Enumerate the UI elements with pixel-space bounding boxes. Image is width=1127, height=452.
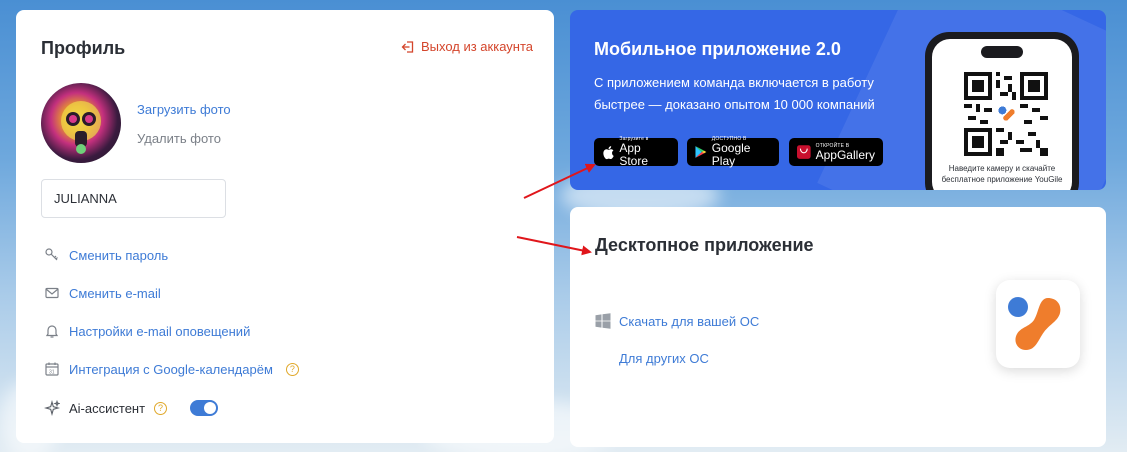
- google-calendar-integration-link[interactable]: 31 Интеграция с Google-календарём ?: [44, 361, 299, 377]
- app-store-button[interactable]: Загрузите в App Store: [594, 136, 678, 168]
- help-icon[interactable]: ?: [285, 362, 299, 376]
- profile-title: Профиль: [41, 38, 126, 58]
- qr-caption: Наведите камеру и скачайте бесплатное пр…: [941, 164, 1063, 184]
- change-email-label: Сменить e-mail: [69, 285, 161, 301]
- sparkle-icon: [44, 400, 60, 416]
- ai-assistant-toggle[interactable]: [190, 400, 219, 416]
- key-icon: [45, 248, 58, 261]
- delete-photo-link[interactable]: Удалить фото: [137, 131, 221, 146]
- ai-assistant-row: Ai-ассистент ?: [44, 400, 219, 416]
- desktop-app-title: Десктопное приложение: [595, 235, 814, 255]
- svg-text:31: 31: [49, 370, 55, 376]
- profile-card: Профиль Выход из аккаунта Загрузить фото…: [16, 10, 554, 443]
- windows-icon: [595, 313, 611, 329]
- email-notifications-link[interactable]: Настройки e-mail оповещений: [44, 323, 250, 339]
- mobile-app-title: Мобильное приложение 2.0: [594, 39, 841, 59]
- qr-code: [964, 72, 1048, 156]
- help-icon[interactable]: ?: [154, 401, 168, 415]
- change-password-link[interactable]: Сменить пароль: [44, 247, 168, 263]
- name-input[interactable]: [41, 179, 226, 218]
- change-email-link[interactable]: Сменить e-mail: [44, 285, 161, 301]
- email-notifications-label: Настройки e-mail оповещений: [69, 323, 251, 339]
- yougile-logo-icon: [1008, 297, 1061, 350]
- logout-button[interactable]: Выход из аккаунта: [401, 39, 533, 54]
- yougile-logo: [996, 280, 1080, 368]
- app-gallery-big: AppGallery: [815, 147, 875, 162]
- apple-icon: [603, 145, 614, 159]
- avatar-image: [61, 101, 101, 154]
- upload-photo-link[interactable]: Загрузить фото: [137, 102, 231, 117]
- phone-mockup: Наведите камеру и скачайте бесплатное пр…: [925, 32, 1079, 190]
- change-password-label: Сменить пароль: [69, 247, 169, 263]
- app-gallery-button[interactable]: ОТКРОЙТЕ В AppGallery: [789, 138, 883, 166]
- desktop-app-card: Десктопное приложение Скачать для вашей …: [570, 207, 1106, 447]
- mobile-app-card: Мобильное приложение 2.0 С приложением к…: [570, 10, 1106, 190]
- google-play-big: Google Play: [711, 141, 751, 168]
- logout-icon: [401, 40, 414, 53]
- google-play-icon: [695, 146, 707, 158]
- phone-notch: [981, 46, 1023, 58]
- logout-label: Выход из аккаунта: [420, 39, 533, 54]
- ai-assistant-label: Ai-ассистент: [69, 400, 146, 416]
- download-for-os-label: Скачать для вашей ОС: [619, 313, 760, 329]
- avatar[interactable]: [41, 83, 121, 163]
- other-os-link[interactable]: Для других ОС: [619, 351, 709, 366]
- bell-icon: [45, 325, 59, 338]
- app-store-big: App Store: [619, 141, 649, 168]
- mobile-app-description: С приложением команда включается в работ…: [594, 75, 875, 112]
- google-calendar-integration-label: Интеграция с Google-календарём: [69, 361, 273, 377]
- mail-icon: [45, 287, 59, 299]
- download-for-os-link[interactable]: Скачать для вашей ОС: [595, 313, 759, 329]
- huawei-icon: [797, 145, 811, 159]
- phone-screen: Наведите камеру и скачайте бесплатное пр…: [932, 39, 1072, 190]
- calendar-icon: 31: [45, 362, 59, 376]
- google-play-button[interactable]: ДОСТУПНО В Google Play: [687, 136, 779, 168]
